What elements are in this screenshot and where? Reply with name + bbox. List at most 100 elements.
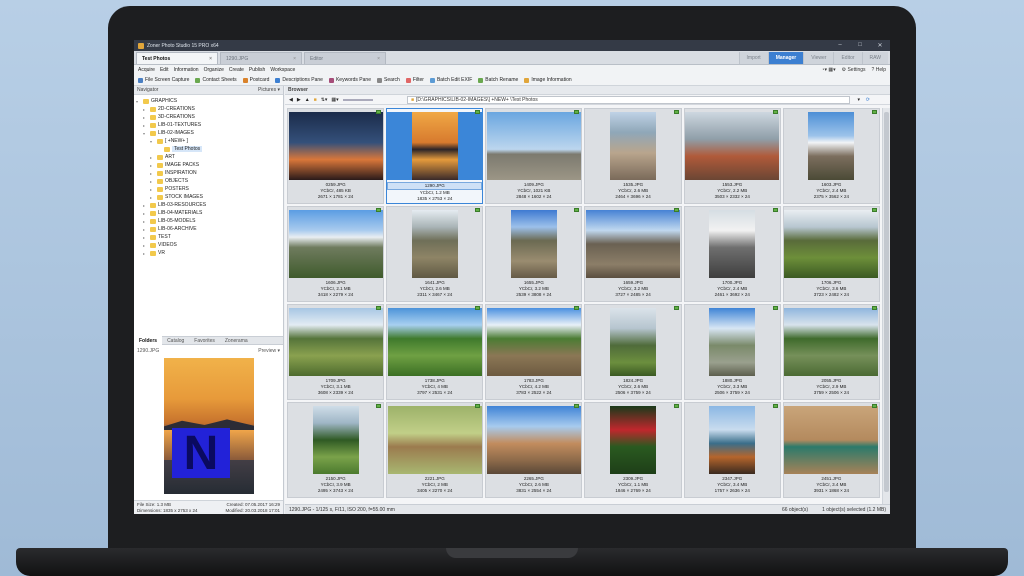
thumbnail-cell[interactable]: 1659.JPG YCbCr, 3.2 MB 3727 × 2485 × 24 bbox=[584, 206, 682, 302]
tree-node[interactable]: ▸ LIB-05-MODELS bbox=[136, 217, 283, 225]
photo-thumbnail[interactable] bbox=[510, 210, 557, 278]
mode-tab-manager[interactable]: Manager bbox=[767, 51, 804, 64]
toolbar-button[interactable]: Image Information bbox=[524, 77, 572, 83]
photo-thumbnail[interactable] bbox=[685, 112, 780, 180]
tree-node[interactable]: ▸ LIB-06-ARCHIVE bbox=[136, 225, 283, 233]
thumbnail-cell[interactable]: 1553.JPG YCbCr, 2.2 MB 3503 × 2332 × 24 bbox=[683, 108, 781, 204]
tree-node[interactable]: ▸ VR bbox=[136, 249, 283, 257]
forward-icon[interactable]: ▶ bbox=[297, 97, 301, 103]
thumbnail-cell[interactable]: 1706.JPG YCbCr, 3.6 MB 3723 × 2482 × 24 bbox=[782, 206, 880, 302]
expand-icon[interactable]: ▸ bbox=[143, 219, 148, 224]
thumbnail-cell[interactable]: 1655.JPG YCbCr, 3.2 MB 2539 × 3808 × 24 bbox=[485, 206, 583, 302]
photo-thumbnail[interactable] bbox=[808, 112, 855, 180]
photo-thumbnail[interactable] bbox=[387, 308, 482, 376]
expand-icon[interactable]: ▸ bbox=[150, 195, 155, 200]
mode-tab-viewer[interactable]: Viewer bbox=[803, 51, 834, 64]
photo-thumbnail[interactable] bbox=[288, 210, 383, 278]
toolbar-button[interactable]: Descriptions Pane bbox=[275, 77, 323, 83]
close-icon[interactable]: ✕ bbox=[870, 42, 890, 49]
preview-mode-dropdown[interactable]: Preview ▾ bbox=[258, 348, 280, 354]
photo-thumbnail[interactable] bbox=[288, 112, 383, 180]
expand-icon[interactable]: ▸ bbox=[143, 123, 148, 128]
thumbnail-cell[interactable]: 1290.JPG YCbCr, 1.2 MB 1835 × 2753 × 24 bbox=[386, 108, 484, 204]
photo-thumbnail[interactable] bbox=[610, 112, 657, 180]
help-button[interactable]: ? Help bbox=[872, 67, 886, 73]
close-tab-icon[interactable]: × bbox=[377, 56, 380, 62]
tree-node[interactable]: ▸ POSTERS bbox=[136, 185, 283, 193]
toolbar-button[interactable]: Batch Edit EXIF bbox=[429, 77, 472, 83]
path-dropdown-icon[interactable]: ▾ bbox=[857, 97, 860, 103]
menu-item[interactable]: Publish bbox=[249, 67, 265, 73]
tree-node[interactable]: ▸ LIB-01-TEXTURES bbox=[136, 121, 283, 129]
settings-button[interactable]: ⚙ Settings bbox=[842, 67, 866, 73]
expand-icon[interactable]: ▸ bbox=[143, 227, 148, 232]
panel-tab-zonerama[interactable]: Zonerama bbox=[220, 338, 253, 344]
expand-icon[interactable]: ▾ bbox=[136, 99, 141, 104]
thumbnail-cell[interactable]: 1606.JPG YCbCr, 2.1 MB 3418 × 2279 × 24 bbox=[287, 206, 385, 302]
thumbnail-cell[interactable]: 1535.JPG YCbCr, 2.6 MB 2464 × 3696 × 24 bbox=[584, 108, 682, 204]
path-field[interactable]: ■ [D:\GRAPHICS\LIB-02-IMAGES\] +NEW+ \Te… bbox=[407, 96, 850, 104]
view-options-icon[interactable]: ◔▾ ▦▾ bbox=[821, 67, 835, 73]
zoom-slider[interactable] bbox=[342, 98, 373, 101]
mode-tab-import[interactable]: Import bbox=[738, 51, 768, 64]
thumbnail-cell[interactable]: 1824.JPG YCbCr, 2.6 MB 2506 × 3759 × 24 bbox=[584, 304, 682, 400]
panel-tab-folders[interactable]: Folders bbox=[134, 336, 163, 345]
toolbar-button[interactable]: Search bbox=[377, 77, 400, 83]
menu-item[interactable]: Information bbox=[174, 67, 199, 73]
thumbnail-cell[interactable]: 1700.JPG YCbCr, 2.4 MB 2461 × 3692 × 24 bbox=[683, 206, 781, 302]
menu-item[interactable]: Organize bbox=[204, 67, 224, 73]
expand-icon[interactable]: ▾ bbox=[150, 139, 155, 144]
expand-icon[interactable]: ▸ bbox=[150, 179, 155, 184]
expand-icon[interactable]: ▸ bbox=[143, 211, 148, 216]
sort-icon[interactable]: ⇅▾ bbox=[321, 97, 328, 103]
thumbnail-cell[interactable]: 2055.JPG YCbCr, 2.9 MB 3759 × 2506 × 24 bbox=[782, 304, 880, 400]
tree-node[interactable]: ▸ ART bbox=[136, 153, 283, 161]
tree-node[interactable]: ▸ TEST bbox=[136, 233, 283, 241]
navigator-mode-dropdown[interactable]: Pictures ▾ bbox=[258, 87, 280, 93]
photo-thumbnail[interactable] bbox=[312, 406, 359, 474]
thumbnail-cell[interactable]: 1783.JPG YCbCr, 4.2 MB 3783 × 2522 × 24 bbox=[485, 304, 583, 400]
toolbar-button[interactable]: File Screen Capture bbox=[138, 77, 189, 83]
thumbnail-cell[interactable]: 2221.JPG YCbCr, 2 MB 3405 × 2270 × 24 bbox=[386, 402, 484, 498]
browser-scrollbar[interactable] bbox=[882, 108, 890, 504]
expand-icon[interactable]: ▸ bbox=[143, 115, 148, 120]
expand-icon[interactable]: ▸ bbox=[143, 243, 148, 248]
toolbar-button[interactable]: Filter bbox=[405, 77, 424, 83]
menu-item[interactable]: Acquire bbox=[138, 67, 155, 73]
tree-node[interactable]: ▸ OBJECTS bbox=[136, 177, 283, 185]
tree-node[interactable]: ▸ 3D-CREATIONS bbox=[136, 113, 283, 121]
doc-tab[interactable]: Test Photos × bbox=[136, 52, 218, 64]
photo-thumbnail[interactable] bbox=[610, 308, 657, 376]
tree-node[interactable]: ▾ GRAPHICS bbox=[136, 97, 283, 105]
toolbar-button[interactable]: Contact Sheets bbox=[195, 77, 237, 83]
expand-icon[interactable]: ▾ bbox=[143, 131, 148, 136]
thumbnail-cell[interactable]: 2347.JPG YCbCr, 3.4 MB 1757 × 2636 × 24 bbox=[683, 402, 781, 498]
photo-thumbnail[interactable] bbox=[411, 112, 458, 180]
expand-icon[interactable]: ▸ bbox=[143, 203, 148, 208]
photo-thumbnail[interactable] bbox=[784, 210, 879, 278]
mode-tab-raw[interactable]: RAW bbox=[861, 51, 888, 64]
toolbar-button[interactable]: Postcard bbox=[242, 77, 269, 83]
expand-icon[interactable]: ▸ bbox=[143, 235, 148, 240]
tree-node[interactable]: ▾ [ +NEW+ ] bbox=[136, 137, 283, 145]
photo-thumbnail[interactable] bbox=[486, 406, 581, 474]
tree-node[interactable]: ▸ LIB-04-MATERIALS bbox=[136, 209, 283, 217]
thumbnail-cell[interactable]: 1738.JPG YCbCr, 4 MB 3797 × 2531 × 24 bbox=[386, 304, 484, 400]
tree-node[interactable]: ▸ 2D-CREATIONS bbox=[136, 105, 283, 113]
photo-thumbnail[interactable] bbox=[288, 308, 383, 376]
view-mode-icon[interactable]: ▦▾ bbox=[331, 97, 338, 103]
minimize-icon[interactable]: – bbox=[830, 42, 850, 49]
photo-thumbnail[interactable] bbox=[784, 406, 879, 474]
photo-thumbnail[interactable] bbox=[784, 308, 879, 376]
tree-node[interactable]: ▸ VIDEOS bbox=[136, 241, 283, 249]
thumbnail-cell[interactable]: 1409.JPG YCbCr, 1021 KB 2848 × 1602 × 24 bbox=[485, 108, 583, 204]
menu-item[interactable]: Edit bbox=[160, 67, 169, 73]
photo-thumbnail[interactable] bbox=[486, 308, 581, 376]
tree-node[interactable]: ▸ INSPIRATION bbox=[136, 169, 283, 177]
thumbnail-cell[interactable]: 1880.JPG YCbCr, 3.3 MB 2506 × 3759 × 24 bbox=[683, 304, 781, 400]
tree-node[interactable]: ▸ LIB-03-RESOURCES bbox=[136, 201, 283, 209]
photo-thumbnail[interactable] bbox=[610, 406, 657, 474]
close-tab-icon[interactable]: × bbox=[209, 56, 212, 62]
menu-item[interactable]: Create bbox=[229, 67, 244, 73]
expand-icon[interactable]: ▸ bbox=[143, 107, 148, 112]
